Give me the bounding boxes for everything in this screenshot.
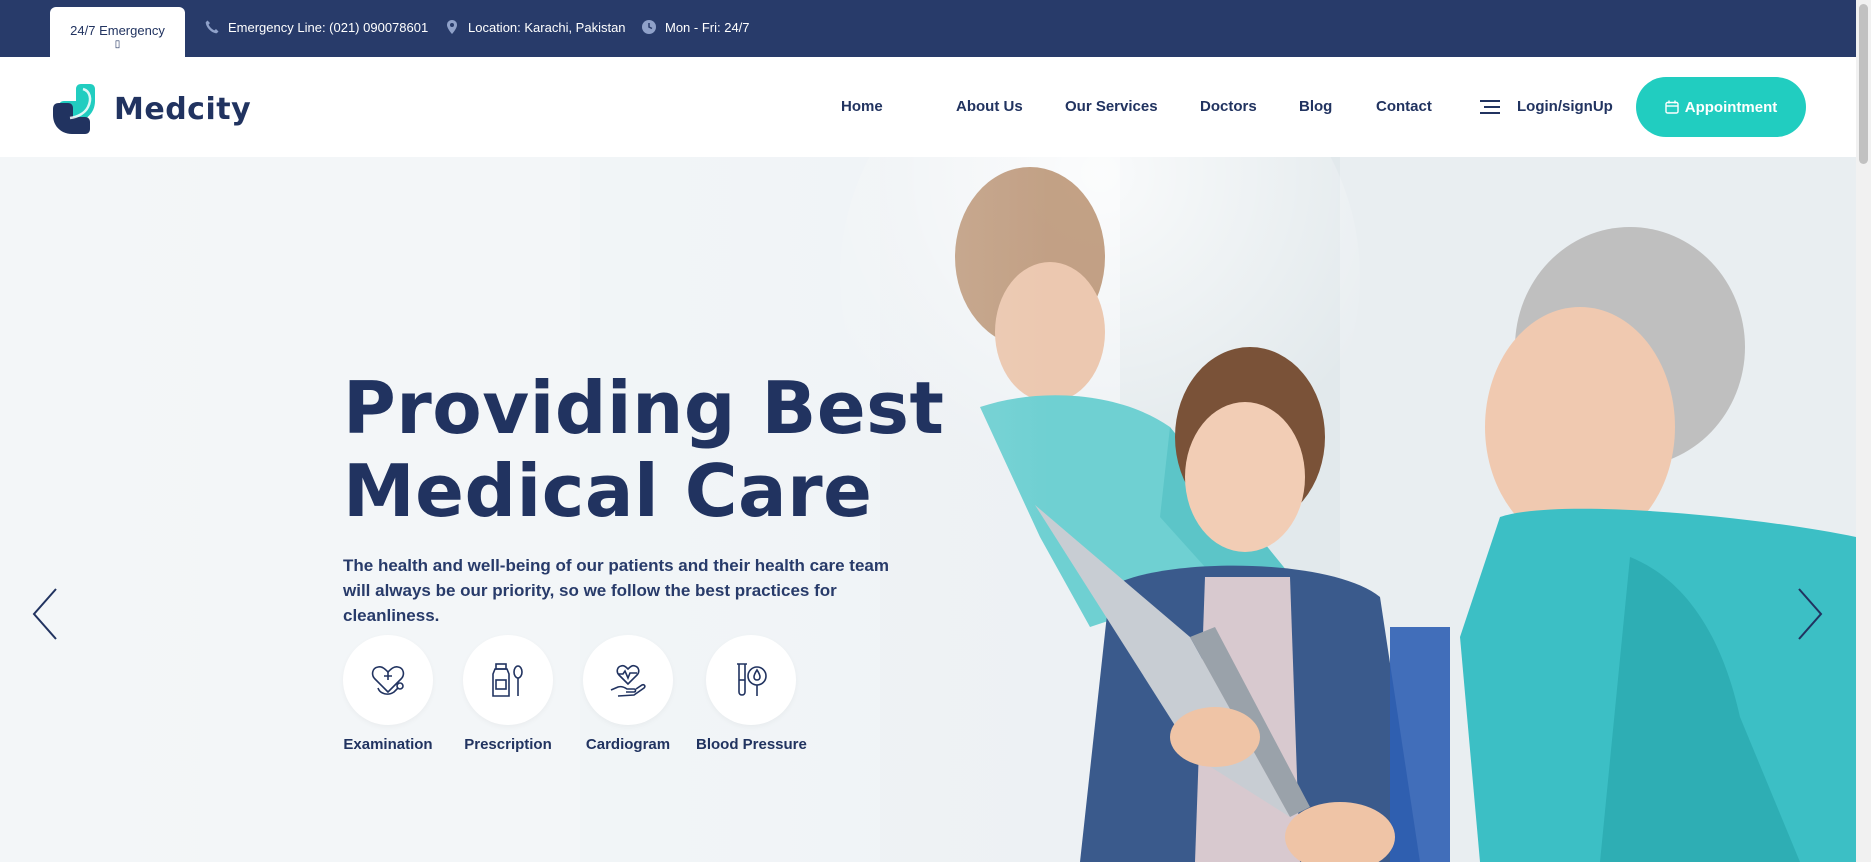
hero-title-line-1: Providing Best [343, 366, 945, 450]
login-signup-link[interactable]: Login/signUp [1480, 97, 1613, 117]
hero-description: The health and well-being of our patient… [343, 556, 889, 625]
main-header: Medcity Home About Us Our Services Docto… [0, 57, 1856, 157]
nav-doctors[interactable]: Doctors [1200, 97, 1257, 117]
stethoscope-heart-icon [371, 666, 405, 695]
logo-text: Medcity [114, 91, 252, 127]
phone-icon [205, 20, 219, 34]
appointment-button[interactable]: Appointment [1636, 77, 1806, 137]
feature-blood-pressure[interactable]: Blood Pressure [696, 635, 807, 753]
nav-home[interactable]: Home [841, 97, 883, 117]
hours-text: Mon - Fri: 24/7 [665, 19, 750, 35]
hero-title-line-2: Medical Care [343, 449, 873, 533]
emergency-line[interactable]: Emergency Line: (021) 090078601 [204, 17, 428, 37]
nav-our-services[interactable]: Our Services [1065, 97, 1158, 117]
emergency-line-text: Emergency Line: (021) 090078601 [228, 19, 429, 35]
phone-mini-icon: ▯ [114, 39, 121, 50]
nav-about-us[interactable]: About Us [956, 97, 1023, 117]
heart-hand-icon [610, 664, 646, 697]
login-signup-label: Login/signUp [1517, 98, 1613, 115]
feature-label-cardiogram: Cardiogram [585, 736, 671, 753]
opening-hours: Mon - Fri: 24/7 [641, 17, 750, 37]
feature-icon-circle [583, 635, 673, 725]
nav-contact[interactable]: Contact [1376, 97, 1432, 117]
nav-blog[interactable]: Blog [1299, 97, 1332, 117]
location-text: Location: Karachi, Pakistan [468, 19, 626, 35]
menu-lines-icon [1480, 100, 1500, 114]
feature-cardiogram[interactable]: Cardiogram [573, 635, 683, 753]
location-pin-icon [447, 20, 457, 34]
slider-next-arrow-icon[interactable] [1795, 587, 1825, 641]
slider-prev-arrow-icon[interactable] [30, 587, 60, 641]
feature-label-blood-pressure: Blood Pressure [696, 736, 807, 753]
feature-examination[interactable]: Examination [333, 635, 443, 753]
feature-label-examination: Examination [343, 736, 433, 753]
hero-slider: Providing Best Medical Care The health a… [0, 157, 1856, 862]
feature-prescription[interactable]: Prescription [453, 635, 563, 753]
logo[interactable]: Medcity [50, 83, 251, 135]
feature-icon-circle [343, 635, 433, 725]
page-scrollbar[interactable] [1856, 0, 1871, 862]
feature-label-prescription: Prescription [464, 736, 552, 753]
emergency-tab[interactable]: 24/7 Emergency ▯ [50, 7, 185, 57]
feature-icon-circle [706, 635, 796, 725]
medcity-logo-icon [53, 84, 95, 134]
test-tube-drop-icon [737, 663, 767, 696]
calendar-icon [1665, 100, 1679, 114]
clock-icon [642, 20, 656, 34]
appointment-label: Appointment [1684, 98, 1778, 116]
medicine-bottle-spoon-icon [492, 663, 523, 697]
top-bar: 24/7 Emergency ▯ Emergency Line: (021) 0… [0, 0, 1856, 57]
emergency-label: 24/7 Emergency [70, 23, 165, 38]
scrollbar-thumb[interactable] [1859, 4, 1868, 164]
feature-icon-circle [463, 635, 553, 725]
hero-title: Providing Best Medical Care [343, 367, 944, 533]
location: Location: Karachi, Pakistan [444, 17, 626, 37]
